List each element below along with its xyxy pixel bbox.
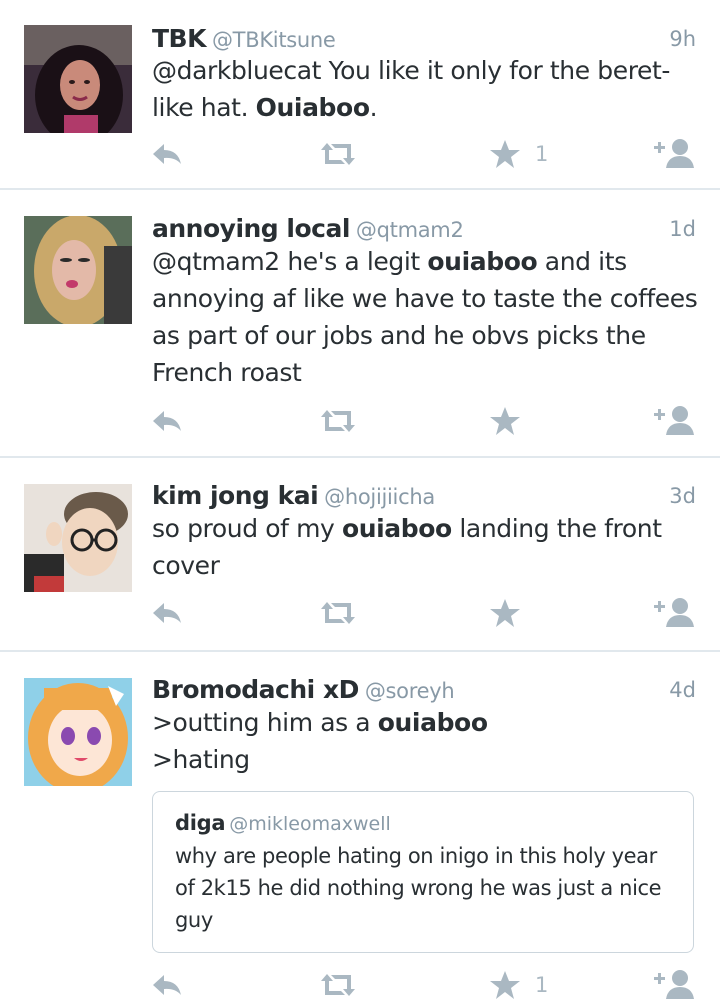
display-name[interactable]: TBK <box>152 24 206 53</box>
tweet-text-part: >outting him as a <box>152 708 378 737</box>
tweet-actions: 1 <box>0 134 720 174</box>
tweet-separator <box>0 456 720 458</box>
user-handle[interactable]: @qtmam2 <box>356 218 464 242</box>
quoted-user-handle[interactable]: @mikleomaxwell <box>229 813 391 835</box>
tweet-separator <box>0 188 720 190</box>
follow-user-icon <box>654 139 694 168</box>
favorite-button[interactable] <box>488 593 522 633</box>
tweet-separator <box>0 650 720 652</box>
keyword-highlight: Ouiaboo <box>255 93 370 122</box>
reply-icon <box>153 411 181 431</box>
tweet-actions <box>0 401 720 441</box>
tweet-header: annoying local @qtmam2 <box>152 212 464 247</box>
tweet-text-part: @qtmam2 he's a legit <box>152 247 428 276</box>
quoted-display-name[interactable]: diga <box>175 811 226 835</box>
timestamp[interactable]: 3d <box>669 479 696 513</box>
tweet-text-line: >outting him as a ouiaboo <box>152 704 704 741</box>
display-name[interactable]: annoying local <box>152 214 350 243</box>
display-name[interactable]: kim jong kai <box>152 481 319 510</box>
quoted-tweet-text: why are people hating on inigo in this h… <box>175 844 662 932</box>
follow-user-icon <box>654 970 694 999</box>
tweet-text-part: . <box>369 93 378 122</box>
keyword-highlight: ouiaboo <box>341 514 452 543</box>
follow-button[interactable] <box>652 134 696 174</box>
star-icon <box>490 971 520 999</box>
favorite-count: 1 <box>535 973 549 997</box>
retweet-button[interactable] <box>317 134 359 174</box>
follow-user-icon <box>654 406 694 435</box>
retweet-icon <box>321 410 355 432</box>
tweet-actions: 1 <box>0 965 720 1005</box>
tweet-text: @darkbluecat You like it only for the be… <box>152 52 704 126</box>
tweet-4[interactable]: Bromodachi xD @soreyh 4d >outting him as … <box>0 673 720 1008</box>
tweet-header: Bromodachi xD @soreyh <box>152 673 455 708</box>
avatar[interactable] <box>24 25 132 133</box>
avatar[interactable] <box>24 484 132 592</box>
favorite-button[interactable] <box>488 965 522 1005</box>
retweet-button[interactable] <box>317 593 359 633</box>
display-name[interactable]: Bromodachi xD <box>152 675 359 704</box>
tweet-text-part: @darkbluecat You like it only for the be… <box>152 56 671 122</box>
tweet-actions <box>0 593 720 633</box>
favorite-count: 1 <box>535 142 549 166</box>
reply-icon <box>153 144 181 164</box>
favorite-button[interactable] <box>488 134 522 174</box>
timestamp[interactable]: 4d <box>669 673 696 707</box>
retweet-icon <box>321 974 355 996</box>
user-handle[interactable]: @TBKitsune <box>212 28 336 52</box>
tweet-3[interactable]: kim jong kai @hojijiicha 3d so proud of m… <box>0 479 720 639</box>
follow-button[interactable] <box>652 965 696 1005</box>
follow-button[interactable] <box>652 593 696 633</box>
keyword-highlight: ouiaboo <box>427 247 538 276</box>
star-icon <box>490 407 520 435</box>
retweet-button[interactable] <box>317 401 359 441</box>
tweet-1[interactable]: TBK @TBKitsune 9h @darkbluecat You like i… <box>0 22 720 172</box>
tweet-header: kim jong kai @hojijiicha <box>152 479 435 514</box>
reply-button[interactable] <box>150 593 184 633</box>
retweet-icon <box>321 143 355 165</box>
avatar[interactable] <box>24 216 132 324</box>
avatar[interactable] <box>24 678 132 786</box>
quoted-tweet[interactable]: diga @mikleomaxwell why are people hating… <box>152 791 694 953</box>
reply-icon <box>153 975 181 995</box>
reply-button[interactable] <box>150 134 184 174</box>
star-icon <box>490 140 520 168</box>
tweet-2[interactable]: annoying local @qtmam2 1d @qtmam2 he's a … <box>0 212 720 442</box>
tweet-text-part: so proud of my <box>152 514 342 543</box>
timestamp[interactable]: 1d <box>669 212 696 246</box>
user-handle[interactable]: @hojijiicha <box>324 485 435 509</box>
retweet-button[interactable] <box>317 965 359 1005</box>
retweet-icon <box>321 602 355 624</box>
follow-user-icon <box>654 598 694 627</box>
tweet-text-line: >hating <box>152 745 250 774</box>
reply-button[interactable] <box>150 401 184 441</box>
favorite-button[interactable] <box>488 401 522 441</box>
timestamp[interactable]: 9h <box>669 22 696 56</box>
tweet-text: so proud of my ouiaboo landing the front… <box>152 510 704 584</box>
reply-button[interactable] <box>150 965 184 1005</box>
tweet-text: @qtmam2 he's a legit ouiaboo and its ann… <box>152 243 704 391</box>
star-icon <box>490 599 520 627</box>
user-handle[interactable]: @soreyh <box>365 679 455 703</box>
tweet-text: >outting him as a ouiaboo >hating <box>152 704 704 778</box>
follow-button[interactable] <box>652 401 696 441</box>
quoted-tweet-header: diga @mikleomaxwell <box>175 808 391 839</box>
keyword-highlight: ouiaboo <box>377 708 488 737</box>
reply-icon <box>153 603 181 623</box>
